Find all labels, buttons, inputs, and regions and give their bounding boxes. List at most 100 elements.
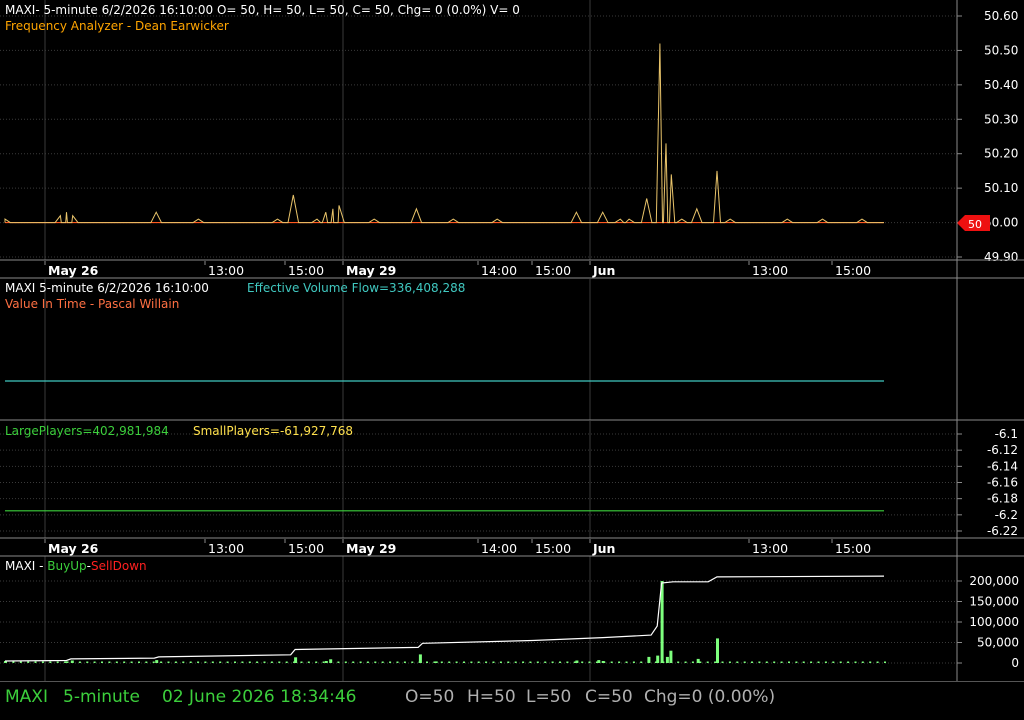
price-tick-label: 50.10 [984,181,1018,195]
buyup-bar [656,655,660,663]
buyup-bar [817,661,820,663]
date-tick-label: 13:00 [752,541,788,556]
selldown-label: SellDown [91,559,147,573]
players-tick-label: -6.22 [987,524,1018,538]
buyup-bar [115,661,118,663]
date-tick-label: May 26 [48,541,99,556]
status-bar: MAXI 5-minute 02 June 2026 18:34:46 O=50… [0,682,1024,720]
buyup-bar [226,661,229,663]
buyup-bar [270,661,273,663]
buyup-bar [219,661,222,663]
players-tick-label: -6.16 [987,476,1018,490]
players-tick-label: -6.1 [995,427,1018,441]
buyup-bar [315,661,318,663]
buyup-bar [507,661,510,663]
buyup-bar [566,661,569,663]
buyup-tick-label: 200,000 [969,574,1019,588]
price-tick-label: 50.50 [984,43,1018,57]
buyup-bar [647,656,651,663]
buyup-bar [440,661,443,663]
buyup-bar [802,661,805,663]
buyup-bar [773,661,776,663]
buyup-bar [344,661,347,663]
date-axis-top: May 26 13:00 15:00 May 29 14:00 15:00 Jun 13:00… [0,261,957,278]
date-tick-label: 15:00 [835,541,871,556]
stock-chart[interactable]: 50.6050.5050.4050.3050.2050.1050.0049.90… [0,0,1024,682]
price-tick-label: 49.90 [984,250,1018,264]
large-players-label: LargePlayers=402,981,984 [5,424,169,438]
small-players-label: SmallPlayers=-61,927,768 [193,424,353,438]
buyup-bar [876,661,879,663]
buyup-bar [839,661,842,663]
price-tick-label: 50.20 [984,147,1018,161]
date-tick-label: 15:00 [535,263,571,278]
buyup-bar [728,661,731,663]
buyup-bar [736,661,739,663]
buyup-bar [448,661,451,663]
buyup-bar [721,661,724,663]
price-tick-label: 50.60 [984,9,1018,23]
last-value-label: 50 [968,218,982,231]
evf-panel-subtitle: Value In Time - Pascal Willain [5,297,179,311]
buyup-bar [300,661,303,663]
buyup-bar [56,661,59,663]
status-interval: 5-minute [63,687,140,707]
buyup-prefix: MAXI - [5,559,47,573]
price-panel-subtitle: Frequency Analyzer - Dean Earwicker [5,19,229,33]
date-tick-label: 14:00 [481,263,517,278]
buyup-bar [426,661,428,663]
buyup-bar [352,661,355,663]
buyup-bar [403,661,406,663]
buyup-bar [138,661,140,663]
buyup-bar [34,661,37,663]
buyup-bar [765,661,768,663]
buyup-bar [86,661,89,663]
buyup-bar [152,661,155,663]
buyup-bar [167,661,170,663]
date-tick-label: 15:00 [835,263,871,278]
players-tick-label: -6.14 [987,459,1018,473]
date-tick-label: May 29 [346,263,396,278]
buyup-bar [832,661,835,663]
buyup-bar [19,661,22,663]
buyup-bar [359,661,362,663]
buyup-bar [204,661,207,663]
buyup-bar [625,661,628,663]
date-tick-label: 15:00 [535,541,571,556]
buyup-bar [108,661,111,663]
status-high: H=50 [467,687,516,707]
buyup-bar [455,661,458,663]
buyup-bar [329,659,333,663]
buyup-bar [610,661,613,663]
buyup-bar [632,661,635,663]
buyup-bar [522,661,525,663]
buyup-bar [101,661,103,663]
buyup-label: BuyUp [47,559,86,573]
buyup-bar [12,661,15,663]
buyup-bar [463,661,465,663]
buyup-bar [411,661,414,663]
buyup-bar [684,661,687,663]
buyup-bar [788,661,790,663]
date-tick-label: 15:00 [288,263,324,278]
date-tick-label: 13:00 [208,263,244,278]
buyup-bar [492,661,495,663]
players-tick-label: -6.18 [987,492,1018,506]
buyup-bar [751,661,753,663]
players-tick-label: -6.2 [995,508,1018,522]
buyup-bar [374,661,377,663]
buyup-bar [581,661,584,663]
buyup-bar [285,661,288,663]
buyup-bar [278,661,281,663]
buyup-bar [485,661,488,663]
buyup-bar [588,661,591,663]
date-tick-label: 13:00 [752,263,788,278]
buyup-bar [93,661,96,663]
buyup-bar [174,661,177,663]
buyup-bar [324,661,328,663]
buyup-tick-label: 50,000 [977,636,1019,650]
buyup-bar [182,661,185,663]
buyup-bar [396,661,399,663]
buyup-bar [601,661,605,663]
buyup-bar [145,661,148,663]
